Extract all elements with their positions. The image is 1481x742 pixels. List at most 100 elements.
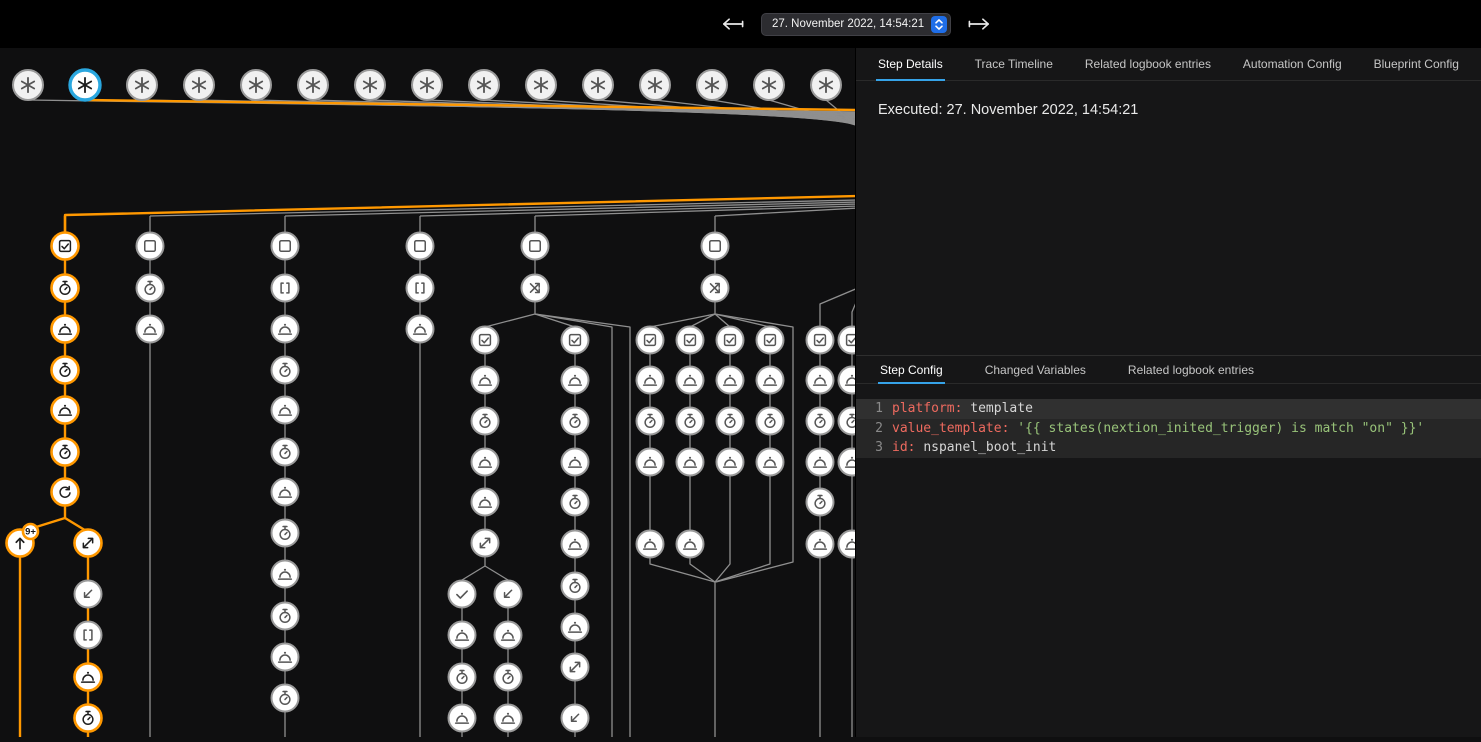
- trace-node-square[interactable]: [137, 233, 164, 260]
- tab-related-logbook-entries[interactable]: Related logbook entries: [1083, 48, 1213, 80]
- trace-node-timer[interactable]: [472, 408, 499, 435]
- trace-node-service[interactable]: [495, 705, 522, 732]
- trace-node-service[interactable]: [637, 367, 664, 394]
- trace-node-service[interactable]: [637, 449, 664, 476]
- trace-node-checkbox[interactable]: [807, 327, 834, 354]
- trace-node-timer[interactable]: [272, 357, 299, 384]
- trace-node-service[interactable]: [272, 644, 299, 671]
- trace-node-timer[interactable]: [449, 664, 476, 691]
- tab-trace-timeline[interactable]: Trace Timeline: [973, 48, 1055, 80]
- trace-node-brackets[interactable]: [75, 622, 102, 649]
- trace-node-square[interactable]: [407, 233, 434, 260]
- trace-node-asterisk[interactable]: [583, 70, 613, 100]
- trace-node-service[interactable]: [137, 316, 164, 343]
- trace-node-timer[interactable]: [562, 573, 589, 600]
- trace-node-timer[interactable]: [52, 357, 79, 384]
- trace-node-service[interactable]: [637, 531, 664, 558]
- trace-node-service[interactable]: [449, 705, 476, 732]
- trace-node-service[interactable]: [839, 367, 856, 394]
- trace-node-service[interactable]: [407, 316, 434, 343]
- trace-node-asterisk[interactable]: [13, 70, 43, 100]
- trace-node-service[interactable]: [677, 367, 704, 394]
- tab-related-logbook-entries[interactable]: Related logbook entries: [1126, 356, 1256, 383]
- trace-node-arrow-double[interactable]: [562, 654, 589, 681]
- trace-node-choose[interactable]: [702, 275, 729, 302]
- trace-node-timer[interactable]: [272, 439, 299, 466]
- previous-run-button[interactable]: [718, 15, 747, 33]
- trace-node-brackets[interactable]: [272, 275, 299, 302]
- trace-node-service[interactable]: [562, 449, 589, 476]
- trace-node-service[interactable]: [495, 622, 522, 649]
- trace-node-asterisk[interactable]: [241, 70, 271, 100]
- trace-node-asterisk[interactable]: [127, 70, 157, 100]
- trace-node-asterisk[interactable]: [811, 70, 841, 100]
- trace-node-service[interactable]: [449, 622, 476, 649]
- trace-node-checkbox[interactable]: [717, 327, 744, 354]
- trace-node-brackets[interactable]: [407, 275, 434, 302]
- trace-node-checkbox[interactable]: [472, 327, 499, 354]
- trace-node-service[interactable]: [272, 397, 299, 424]
- trace-node-service[interactable]: [472, 367, 499, 394]
- trace-node-checkbox[interactable]: [839, 327, 856, 354]
- trace-node-timer[interactable]: [272, 685, 299, 712]
- trace-node-checkbox[interactable]: [677, 327, 704, 354]
- trace-node-service[interactable]: [717, 367, 744, 394]
- trace-node-timer[interactable]: [137, 275, 164, 302]
- trace-node-timer[interactable]: [562, 408, 589, 435]
- trace-node-service[interactable]: [272, 316, 299, 343]
- trace-node-repeat[interactable]: [52, 479, 79, 506]
- trace-node-service[interactable]: [677, 531, 704, 558]
- trace-node-check[interactable]: [449, 581, 476, 608]
- step-config-code[interactable]: 1platform: template2value_template: '{{ …: [856, 399, 1481, 458]
- trace-node-arrow-double[interactable]: [75, 530, 102, 557]
- trace-node-service[interactable]: [472, 449, 499, 476]
- trace-node-timer[interactable]: [807, 408, 834, 435]
- trace-node-square[interactable]: [522, 233, 549, 260]
- trace-node-arrow-down-left[interactable]: [75, 581, 102, 608]
- trace-node-timer[interactable]: [562, 489, 589, 516]
- trace-node-timer[interactable]: [52, 439, 79, 466]
- trace-node-arrow-down-left[interactable]: [562, 705, 589, 732]
- trace-node-service[interactable]: [839, 449, 856, 476]
- trace-node-service[interactable]: [677, 449, 704, 476]
- trace-node-timer[interactable]: [839, 408, 856, 435]
- trace-node-asterisk[interactable]: [640, 70, 670, 100]
- trace-node-asterisk[interactable]: [355, 70, 385, 100]
- trace-node-timer[interactable]: [272, 520, 299, 547]
- trace-node-asterisk[interactable]: [298, 70, 328, 100]
- trace-node-choose[interactable]: [522, 275, 549, 302]
- trace-node-service[interactable]: [757, 449, 784, 476]
- trace-node-asterisk[interactable]: [526, 70, 556, 100]
- tab-blueprint-config[interactable]: Blueprint Config: [1372, 48, 1461, 80]
- trace-node-service[interactable]: [52, 397, 79, 424]
- trace-node-timer[interactable]: [272, 603, 299, 630]
- trace-node-timer[interactable]: [757, 408, 784, 435]
- tab-automation-config[interactable]: Automation Config: [1241, 48, 1344, 80]
- trace-node-timer[interactable]: [637, 408, 664, 435]
- trace-node-service[interactable]: [272, 561, 299, 588]
- trace-node-timer[interactable]: [52, 275, 79, 302]
- trace-node-service[interactable]: [807, 367, 834, 394]
- trace-node-service[interactable]: [839, 531, 856, 558]
- trace-node-service[interactable]: [75, 664, 102, 691]
- trace-node-checkbox[interactable]: [562, 327, 589, 354]
- trace-node-checkbox[interactable]: [52, 233, 79, 260]
- tab-changed-variables[interactable]: Changed Variables: [983, 356, 1088, 383]
- trace-node-service[interactable]: [562, 367, 589, 394]
- trace-node-service[interactable]: [52, 316, 79, 343]
- trace-node-checkbox[interactable]: [637, 327, 664, 354]
- trace-node-asterisk[interactable]: [754, 70, 784, 100]
- trace-node-service[interactable]: [717, 449, 744, 476]
- trace-node-service[interactable]: [807, 531, 834, 558]
- trace-node-square[interactable]: [272, 233, 299, 260]
- trace-node-arrow-down-left[interactable]: [495, 581, 522, 608]
- trace-node-asterisk[interactable]: [697, 70, 727, 100]
- trace-node-asterisk[interactable]: [184, 70, 214, 100]
- trace-node-service[interactable]: [562, 614, 589, 641]
- run-select[interactable]: 27. November 2022, 14:54:21: [761, 13, 951, 36]
- trace-node-timer[interactable]: [75, 705, 102, 732]
- trace-node-service[interactable]: [472, 489, 499, 516]
- trace-node-service[interactable]: [272, 479, 299, 506]
- trace-node-asterisk[interactable]: [412, 70, 442, 100]
- trace-node-timer[interactable]: [677, 408, 704, 435]
